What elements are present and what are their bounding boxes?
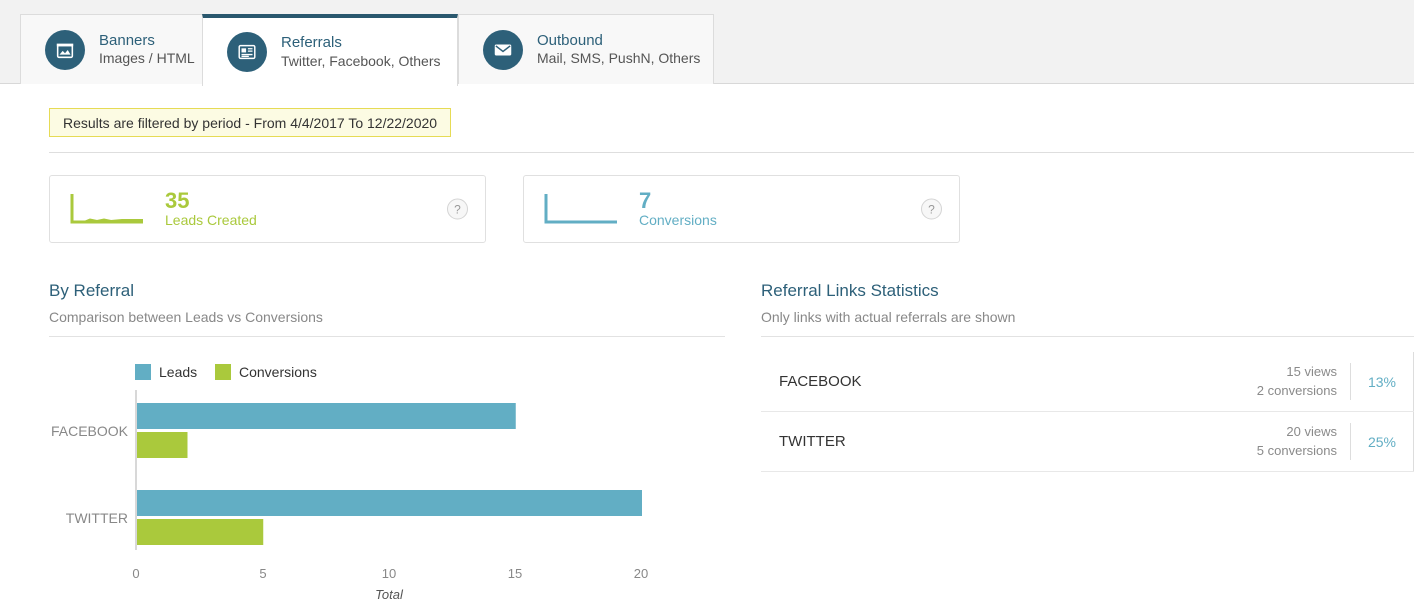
kpi-conversions-label: Conversions xyxy=(639,212,717,229)
link-name: TWITTER xyxy=(779,433,846,450)
legend-label-conversions: Conversions xyxy=(239,364,317,380)
category-label-twitter: TWITTER xyxy=(66,510,128,526)
bar-leads-facebook[interactable] xyxy=(137,403,516,429)
kpi-card-conversions[interactable]: 7 Conversions ? xyxy=(523,175,960,243)
link-views: 20 views xyxy=(1286,424,1337,440)
link-conversions: 5 conversions xyxy=(1256,442,1337,458)
by-referral-divider xyxy=(49,336,725,337)
bar-conversions-twitter[interactable] xyxy=(137,519,264,545)
help-icon[interactable]: ? xyxy=(447,198,468,220)
help-icon[interactable]: ? xyxy=(921,198,942,220)
legend-label-leads: Leads xyxy=(159,364,197,380)
tab-referrals-title: Referrals xyxy=(281,34,342,52)
by-referral-title: By Referral xyxy=(49,281,135,300)
kpi-leads-body: 35 Leads Created xyxy=(165,187,257,229)
by-referral-subtitle: Comparison between Leads vs Conversions xyxy=(49,309,323,325)
link-stats: 20 views 5 conversions xyxy=(1257,423,1351,460)
legend-swatch-leads xyxy=(135,364,151,380)
legend-swatch-conversions xyxy=(215,364,231,380)
tab-outbound-subtitle: Mail, SMS, PushN, Others xyxy=(537,50,701,67)
x-axis-title: Total xyxy=(375,587,404,602)
bar-chart-svg: Leads Conversions FACEBOOK TWITTER 0 5 1… xyxy=(51,364,648,602)
tab-outbound[interactable]: Outbound Mail, SMS, PushN, Others xyxy=(458,14,714,84)
article-icon xyxy=(227,32,267,72)
category-label-facebook: FACEBOOK xyxy=(51,423,129,439)
kpi-conversions-value: 7 xyxy=(639,187,652,213)
referrals-dashboard: Banners Images / HTML Referrals Twitter,… xyxy=(0,0,1414,610)
bar-leads-twitter[interactable] xyxy=(137,490,642,516)
header-divider xyxy=(49,152,1414,153)
referral-links-list: FACEBOOK 15 views 2 conversions 13% TWIT… xyxy=(761,352,1414,472)
kpi-leads-value: 35 xyxy=(165,187,190,213)
filter-notice: Results are filtered by period - From 4/… xyxy=(49,108,452,137)
bar-conversions-facebook[interactable] xyxy=(137,432,188,458)
link-name: FACEBOOK xyxy=(779,373,862,390)
link-percent: 25% xyxy=(1351,412,1414,471)
banner-icon xyxy=(45,29,85,70)
leads-sparkline-icon xyxy=(70,192,145,226)
conversions-sparkline-icon xyxy=(544,192,619,226)
by-referral-bar-chart: Leads Conversions FACEBOOK TWITTER 0 5 1… xyxy=(49,352,725,610)
envelope-icon xyxy=(483,29,523,70)
link-percent: 13% xyxy=(1351,352,1414,411)
table-row[interactable]: FACEBOOK 15 views 2 conversions 13% xyxy=(761,352,1414,412)
tab-outbound-title: Outbound xyxy=(537,31,603,49)
link-views: 15 views xyxy=(1286,364,1337,380)
x-tick-label: 10 xyxy=(382,566,396,581)
tab-banners-title: Banners xyxy=(99,31,155,49)
x-tick-label: 0 xyxy=(132,566,139,581)
tab-referrals-text: Referrals Twitter, Facebook, Others xyxy=(281,33,441,70)
x-tick-label: 5 xyxy=(259,566,266,581)
link-conversions: 2 conversions xyxy=(1256,382,1337,398)
referral-links-title: Referral Links Statistics xyxy=(761,281,939,300)
table-row[interactable]: TWITTER 20 views 5 conversions 25% xyxy=(761,412,1414,472)
kpi-conversions-body: 7 Conversions xyxy=(639,187,717,229)
x-tick-label: 20 xyxy=(634,566,648,581)
kpi-leads-label: Leads Created xyxy=(165,212,257,229)
tab-referrals-subtitle: Twitter, Facebook, Others xyxy=(281,52,441,69)
tab-banners[interactable]: Banners Images / HTML xyxy=(20,14,208,84)
kpi-card-leads-created[interactable]: 35 Leads Created ? xyxy=(49,175,486,243)
tab-banners-text: Banners Images / HTML xyxy=(99,31,195,68)
tab-referrals[interactable]: Referrals Twitter, Facebook, Others xyxy=(202,14,458,86)
tab-bar: Banners Images / HTML Referrals Twitter,… xyxy=(0,0,1414,86)
referral-links-subtitle: Only links with actual referrals are sho… xyxy=(761,309,1016,325)
tab-banners-subtitle: Images / HTML xyxy=(99,50,195,67)
tab-outbound-text: Outbound Mail, SMS, PushN, Others xyxy=(537,31,700,68)
x-tick-label: 15 xyxy=(508,566,522,581)
link-stats: 15 views 2 conversions xyxy=(1257,363,1351,400)
referral-links-divider xyxy=(761,336,1414,337)
